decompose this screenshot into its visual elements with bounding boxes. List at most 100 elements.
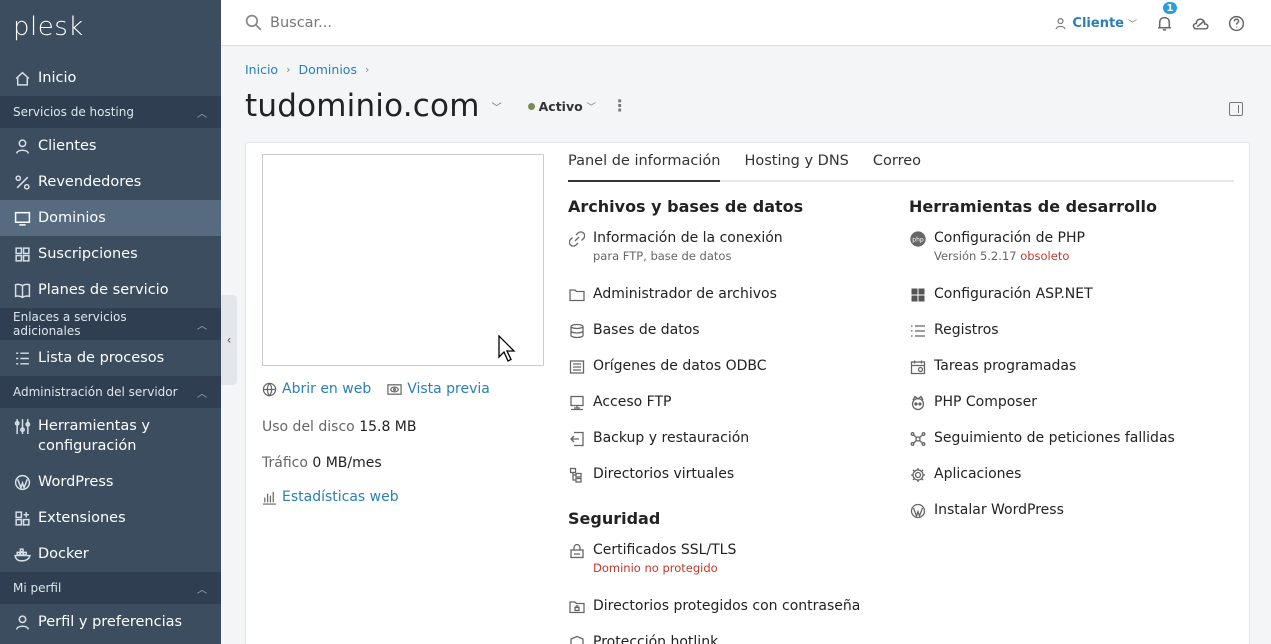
sidebar-item-clientes[interactable]: Clientes: [0, 128, 221, 164]
breadcrumb-inicio[interactable]: Inicio: [245, 62, 278, 77]
chevron-right-icon: ›: [286, 63, 291, 76]
windows-icon: [909, 286, 926, 303]
tool-ssl[interactable]: Certificados SSL/TLS Dominio no protegido: [568, 541, 898, 597]
sidebar-item-wordpress[interactable]: WordPress: [0, 464, 221, 500]
monitor-icon: [13, 209, 31, 227]
status-dot-icon: [527, 102, 535, 110]
tool-composer[interactable]: PHP Composer: [909, 393, 1239, 429]
tab-hosting-dns[interactable]: Hosting y DNS: [744, 153, 848, 180]
sidebar-item-extensiones[interactable]: Extensiones: [0, 500, 221, 536]
sidebar-item-docker[interactable]: Docker: [0, 536, 221, 572]
tool-logs[interactable]: Registros: [909, 321, 1239, 357]
tab-correo[interactable]: Correo: [873, 153, 921, 180]
breadcrumb-dominios[interactable]: Dominios: [298, 62, 356, 77]
section-title-files: Archivos y bases de datos: [568, 197, 804, 216]
cloud-icon: [1192, 17, 1209, 30]
tool-php-settings[interactable]: php Configuración de PHP Versión 5.2.17 o…: [909, 229, 1239, 285]
home-icon: [13, 69, 31, 87]
extensions-icon: [13, 509, 31, 527]
tool-install-wordpress[interactable]: Instalar WordPress: [909, 501, 1239, 537]
calendar-icon: [909, 358, 926, 375]
sidebar-item-dominios[interactable]: Dominios: [0, 200, 221, 236]
sidebar-item-herramientas[interactable]: Herramientas y configuración: [0, 408, 221, 464]
globe-icon: [262, 382, 277, 397]
tool-file-manager[interactable]: Administrador de archivos: [568, 285, 898, 321]
domain-switcher-chevron-icon[interactable]: ﹀: [492, 99, 502, 114]
sidebar-item-procesos[interactable]: Lista de procesos: [0, 340, 221, 376]
dev-column: Herramientas de desarrollo php Configura…: [909, 197, 1239, 537]
tool-databases[interactable]: Bases de datos: [568, 321, 898, 357]
tool-hotlink[interactable]: Protección hotlink: [568, 633, 898, 644]
sidebar-section-perfil[interactable]: Mi perfil ︿: [0, 572, 221, 604]
list-icon: [909, 322, 926, 339]
title-row: tudominio.com ﹀ Activo ﹀ ⋮: [245, 88, 628, 124]
virtual-dirs-icon: [568, 466, 585, 483]
chevron-up-icon: ︿: [197, 320, 207, 332]
tool-ftp[interactable]: Acceso FTP: [568, 393, 898, 429]
tool-odbc[interactable]: Orígenes de datos ODBC: [568, 357, 898, 393]
chevron-right-icon: ›: [364, 63, 370, 76]
book-icon: [13, 281, 31, 299]
tabs: Panel de información Hosting y DNS Corre…: [568, 153, 1234, 182]
tool-failed-requests[interactable]: Seguimiento de peticiones fallidas: [909, 429, 1239, 465]
sidebar-item-revendedores[interactable]: Revendedores: [0, 164, 221, 200]
sidebar-section-enlaces[interactable]: Enlaces a servicios adicionales ︿: [0, 308, 221, 340]
eye-icon: [387, 383, 402, 395]
search-bar[interactable]: Buscar...: [245, 14, 332, 31]
composer-icon: [909, 394, 926, 411]
profile-icon: [13, 613, 31, 631]
tool-protected-dirs[interactable]: Directorios protegidos con contraseña: [568, 597, 898, 633]
tool-aspnet[interactable]: Configuración ASP.NET: [909, 285, 1239, 321]
topbar: Buscar... Cliente ﹀ 1: [221, 0, 1271, 46]
preview-link[interactable]: Vista previa: [387, 381, 490, 397]
network-icon: [909, 430, 926, 447]
grid-icon: [13, 245, 31, 263]
tool-scheduled-tasks[interactable]: Tareas programadas: [909, 357, 1239, 393]
more-options-icon[interactable]: ⋮: [612, 98, 628, 114]
panel-toggle-icon[interactable]: [1229, 102, 1243, 116]
notifications-button[interactable]: 1: [1155, 0, 1179, 32]
odbc-icon: [568, 358, 585, 375]
help-button[interactable]: [1227, 14, 1245, 32]
php-icon: php: [909, 230, 926, 247]
sidebar-item-planes[interactable]: Planes de servicio: [0, 272, 221, 308]
sidebar-section-servidor[interactable]: Administración del servidor ︿: [0, 376, 221, 408]
site-links: Abrir en web Vista previa: [262, 381, 490, 397]
svg-text:php: php: [912, 236, 924, 243]
chevron-down-icon: ﹀: [586, 102, 596, 113]
plesk-logo[interactable]: plesk: [0, 0, 221, 60]
sidebar-item-suscripciones[interactable]: Suscripciones: [0, 236, 221, 272]
ssl-icon: [568, 542, 585, 559]
hotlink-icon: [568, 634, 585, 644]
disk-usage: Uso del disco 15.8 MB: [262, 419, 417, 435]
open-web-link[interactable]: Abrir en web: [262, 381, 371, 397]
bar-chart-icon: [262, 491, 277, 505]
checklist-icon: [13, 349, 31, 367]
chevron-up-icon: ︿: [197, 584, 207, 596]
sliders-icon: [13, 417, 31, 435]
files-column: Archivos y bases de datos Información de…: [568, 197, 898, 644]
tool-connection-info[interactable]: Información de la conexión para FTP, base…: [568, 229, 898, 285]
help-icon: [1228, 15, 1244, 31]
sidebar-item-perfil[interactable]: Perfil y preferencias: [0, 604, 221, 640]
tab-panel-informacion[interactable]: Panel de información: [568, 153, 721, 182]
sidebar-section-hosting[interactable]: Servicios de hosting ︿: [0, 96, 221, 128]
page-title: tudominio.com: [245, 88, 480, 124]
link-icon: [568, 230, 585, 247]
database-icon: [568, 322, 585, 339]
domain-card: Abrir en web Vista previa Uso del disco …: [245, 142, 1250, 644]
section-title-dev: Herramientas de desarrollo: [909, 197, 1157, 216]
mouse-cursor-icon: [498, 335, 516, 362]
user-menu[interactable]: Cliente ﹀: [1054, 16, 1137, 31]
cloud-button[interactable]: [1191, 14, 1209, 32]
folder-icon: [568, 286, 585, 303]
tool-backup[interactable]: Backup y restauración: [568, 429, 898, 465]
tool-virtual-dirs[interactable]: Directorios virtuales: [568, 465, 898, 501]
sidebar-item-inicio[interactable]: Inicio: [0, 60, 221, 96]
bell-icon: [1157, 16, 1171, 31]
docker-icon: [13, 545, 31, 563]
web-stats-link[interactable]: Estadísticas web: [262, 489, 399, 505]
search-input[interactable]: Buscar...: [270, 15, 332, 31]
status-badge[interactable]: Activo ﹀: [527, 99, 596, 114]
tool-applications[interactable]: Aplicaciones: [909, 465, 1239, 501]
